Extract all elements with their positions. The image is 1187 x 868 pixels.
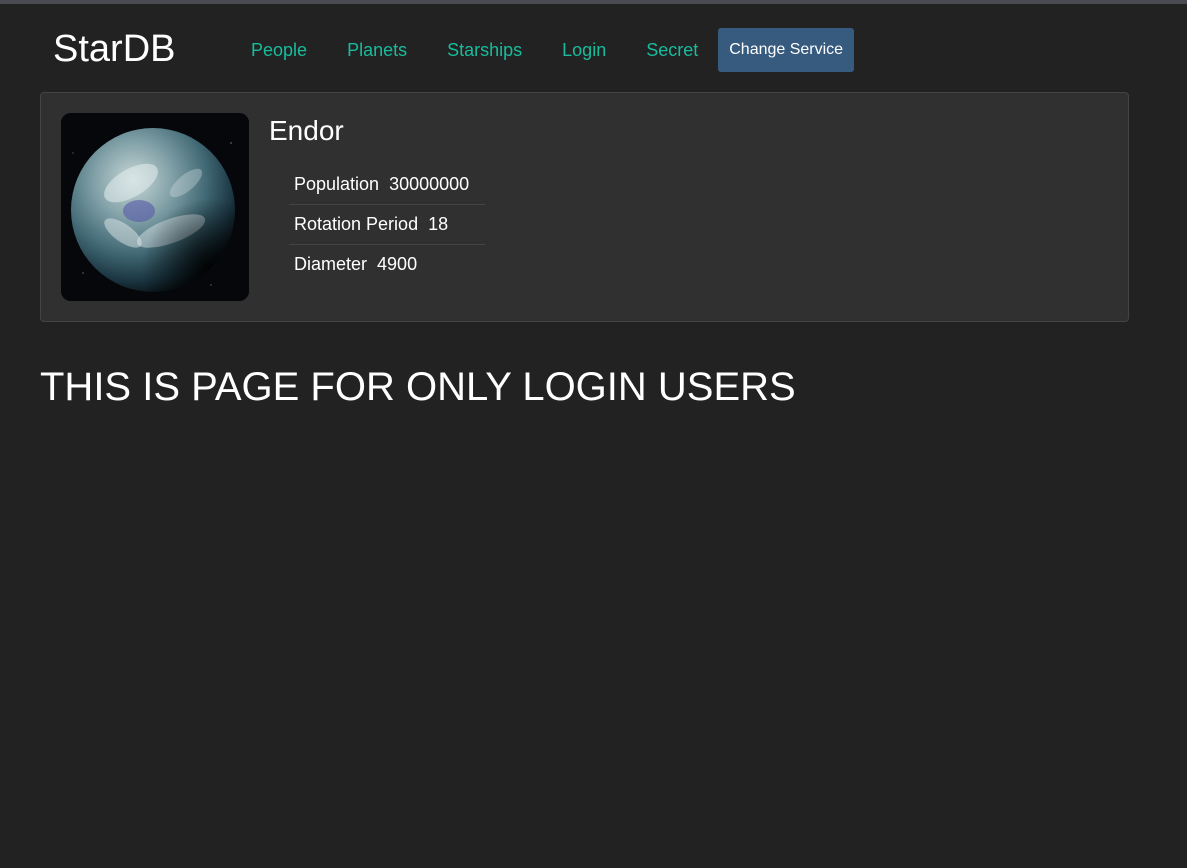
nav-link-planets[interactable]: Planets [327,28,427,72]
planet-globe-graphic [61,113,249,301]
detail-value: 4900 [377,254,418,274]
detail-value: 30000000 [389,174,470,194]
planet-details-list: Population 30000000 Rotation Period 18 Dia… [289,165,485,284]
detail-term: Diameter [294,254,368,274]
detail-term: Rotation Period [294,214,419,234]
main-nav: People Planets Starships Login Secret Ch… [231,28,855,72]
detail-row-diameter: Diameter 4900 [289,245,485,284]
detail-row-rotation-period: Rotation Period 18 [289,205,485,245]
planet-image [61,113,249,301]
app-header: StarDB People Planets Starships Login Se… [0,4,1187,88]
planet-name: Endor [269,115,344,146]
nav-link-people[interactable]: People [231,28,327,72]
planet-details-card: Endor Population 30000000 Rotation Period… [40,92,1129,322]
brand-logo-link[interactable]: StarDB [53,27,175,71]
detail-row-population: Population 30000000 [289,165,485,205]
change-service-button[interactable]: Change Service [718,28,855,72]
nav-link-login[interactable]: Login [542,28,626,72]
secret-page-heading: THIS IS PAGE FOR ONLY LOGIN USERS [40,365,796,409]
detail-term: Population [294,174,380,194]
nav-link-secret[interactable]: Secret [626,28,718,72]
detail-value: 18 [428,214,449,234]
nav-link-starships[interactable]: Starships [427,28,542,72]
